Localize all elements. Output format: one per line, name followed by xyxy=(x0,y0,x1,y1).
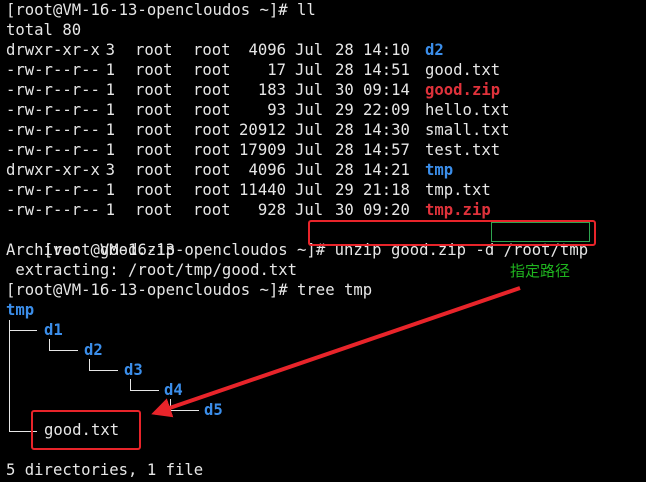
arrow-line xyxy=(151,286,521,418)
annotation-arrow xyxy=(151,286,521,418)
